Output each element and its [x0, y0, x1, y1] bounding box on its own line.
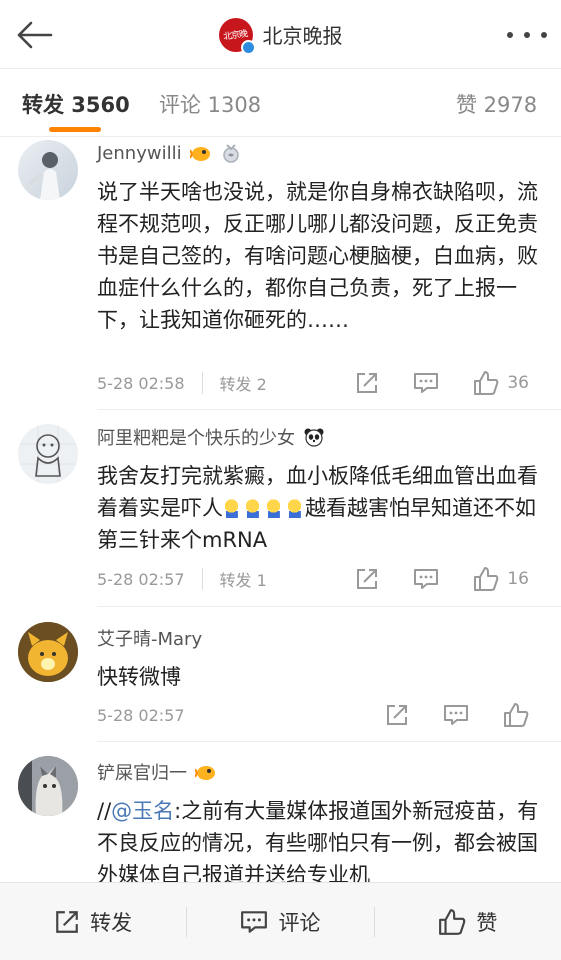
share-icon [357, 569, 378, 589]
comment-meta: 5-28 02:57 转发 1 16 [97, 564, 545, 594]
pufferfish-badge-icon [195, 766, 215, 780]
bottom-action-bar: 转发 评论 赞 [0, 882, 561, 960]
avatar-cat-icon [18, 756, 78, 816]
like-button[interactable]: 16 [473, 566, 529, 592]
comment-meta: 5-28 02:58 转发 2 36 [97, 368, 545, 398]
share-icon [357, 373, 378, 393]
like-count: 16 [507, 569, 529, 589]
like-count: 36 [507, 373, 529, 393]
pufferfish-badge-icon [189, 147, 210, 161]
share-button[interactable] [385, 703, 409, 727]
account-avatar[interactable]: 北京晚 [218, 17, 256, 55]
avatar[interactable] [18, 756, 78, 816]
more-dot-icon [507, 32, 513, 38]
crying-emoji-icon [223, 498, 240, 518]
comment-icon [414, 373, 439, 393]
divider [97, 409, 561, 410]
divider [201, 568, 203, 590]
medal-badge-icon [222, 144, 239, 163]
divider [97, 606, 561, 607]
thumbs-up-icon [474, 567, 499, 591]
username[interactable]: Jennywilli [97, 143, 182, 164]
thumbs-up-icon [474, 371, 499, 395]
comment-icon [444, 705, 468, 725]
tab-comments[interactable]: 评论 1308 [159, 89, 261, 119]
comment-text-prefix: // [97, 799, 112, 823]
comment-icon [414, 569, 439, 589]
panda-badge-icon [304, 428, 324, 447]
tab-bar: 转发 3560 评论 1308 赞 2978 [0, 69, 561, 137]
repost-button[interactable]: 转发 [0, 907, 186, 937]
comment-time: 5-28 02:58 [97, 373, 185, 393]
crying-emoji-icon [265, 498, 282, 518]
crying-emoji-icon [286, 498, 303, 518]
comment-time: 5-28 02:57 [97, 569, 185, 589]
share-button[interactable] [355, 371, 379, 395]
avatar[interactable] [18, 140, 78, 200]
like-label: 赞 [476, 910, 498, 935]
avatar-photo-icon [28, 152, 60, 200]
avatar-cartoon-icon [18, 622, 78, 682]
comment-label: 评论 [278, 910, 321, 935]
more-dot-icon [524, 32, 530, 38]
comment-time: 5-28 02:57 [97, 705, 185, 725]
comment-text: //@玉名:之前有大量媒体报道国外新冠疫苗，有不良反应的情况，有些哪怕只有一例，… [97, 795, 539, 891]
username[interactable]: 阿里粑粑是个快乐的少女 [97, 424, 295, 450]
like-button[interactable]: 赞 [375, 907, 561, 937]
tab-repost[interactable]: 转发 3560 [22, 89, 130, 119]
tab-likes[interactable]: 赞 2978 [456, 89, 537, 119]
comment-text: 我舍友打完就紫癜，血小板降低毛细血管出血看着着实是吓人 越看越害怕早知道还不如第三… [97, 460, 539, 556]
verified-badge-icon [240, 39, 256, 55]
comment-button[interactable] [413, 567, 439, 591]
divider [97, 741, 561, 742]
avatar[interactable] [18, 622, 78, 682]
crying-emoji-icon [244, 498, 261, 518]
more-dot-icon [541, 32, 547, 38]
comment-text: 说了半天啥也没说，就是你自身棉衣缺陷呗，流程不规范呗，反正哪儿哪儿都没问题，反正… [97, 180, 538, 332]
mention-link[interactable]: @玉名 [111, 799, 174, 823]
title-area: 北京晚 北京晚报 [0, 0, 561, 69]
comment-text: 快转微博 [97, 665, 181, 689]
share-icon [56, 910, 78, 933]
top-bar: 北京晚 北京晚报 [0, 0, 561, 69]
comment-button[interactable] [443, 703, 469, 727]
more-button[interactable] [507, 22, 547, 48]
repost-count[interactable]: 转发 1 [220, 567, 267, 591]
comment-button[interactable]: 评论 [187, 907, 373, 937]
thumbs-up-icon [439, 908, 466, 935]
active-tab-indicator [49, 127, 101, 132]
avatar-drawing-icon [18, 424, 78, 484]
repost-count[interactable]: 转发 2 [220, 371, 267, 395]
share-icon [387, 705, 407, 725]
avatar[interactable] [18, 424, 78, 484]
repost-label: 转发 [90, 910, 133, 935]
username[interactable]: 艾子晴-Mary [97, 625, 202, 651]
comment-icon [241, 910, 268, 933]
divider [201, 372, 203, 394]
comment-meta: 5-28 02:57 [97, 700, 545, 730]
page-title: 北京晚报 [262, 24, 343, 48]
like-button[interactable] [503, 702, 529, 728]
thumbs-up-icon [504, 703, 529, 727]
share-button[interactable] [355, 567, 379, 591]
username[interactable]: 铲屎官归一 [97, 759, 187, 785]
comment-button[interactable] [413, 371, 439, 395]
like-button[interactable]: 36 [473, 370, 529, 396]
